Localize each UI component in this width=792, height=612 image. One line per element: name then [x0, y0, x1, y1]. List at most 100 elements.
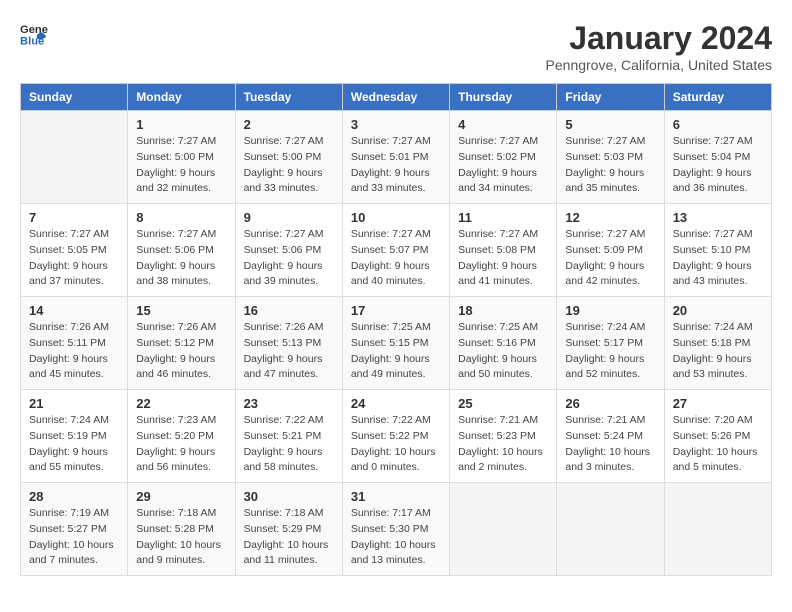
day-number: 13	[673, 210, 763, 225]
day-number: 4	[458, 117, 548, 132]
calendar-cell: 27 Sunrise: 7:20 AM Sunset: 5:26 PM Dayli…	[664, 390, 771, 483]
day-info: Sunrise: 7:20 AM Sunset: 5:26 PM Dayligh…	[673, 413, 763, 476]
calendar-cell	[21, 111, 128, 204]
calendar-week-row: 28 Sunrise: 7:19 AM Sunset: 5:27 PM Dayli…	[21, 483, 772, 576]
day-number: 10	[351, 210, 441, 225]
calendar-week-row: 14 Sunrise: 7:26 AM Sunset: 5:11 PM Dayli…	[21, 297, 772, 390]
header-sunday: Sunday	[21, 84, 128, 111]
header-thursday: Thursday	[450, 84, 557, 111]
day-number: 19	[565, 303, 655, 318]
day-number: 17	[351, 303, 441, 318]
day-info: Sunrise: 7:25 AM Sunset: 5:15 PM Dayligh…	[351, 320, 441, 383]
calendar-cell: 20Sunrise: 7:24 AM Sunset: 5:18 PM Dayli…	[664, 297, 771, 390]
calendar-cell	[664, 483, 771, 576]
logo-icon: General Blue	[20, 20, 48, 48]
day-info: Sunrise: 7:19 AM Sunset: 5:27 PM Dayligh…	[29, 506, 119, 569]
calendar-cell: 16 Sunrise: 7:26 AM Sunset: 5:13 PM Dayli…	[235, 297, 342, 390]
calendar-cell: 3 Sunrise: 7:27 AM Sunset: 5:01 PM Daylig…	[342, 111, 449, 204]
day-number: 5	[565, 117, 655, 132]
page-title: January 2024	[546, 20, 772, 57]
day-number: 8	[136, 210, 226, 225]
day-info: Sunrise: 7:27 AM Sunset: 5:05 PM Dayligh…	[29, 227, 119, 290]
day-number: 27	[673, 396, 763, 411]
day-info: Sunrise: 7:27 AM Sunset: 5:00 PM Dayligh…	[244, 134, 334, 197]
day-number: 2	[244, 117, 334, 132]
day-number: 31	[351, 489, 441, 504]
calendar-cell: 17 Sunrise: 7:25 AM Sunset: 5:15 PM Dayli…	[342, 297, 449, 390]
calendar-cell: 13Sunrise: 7:27 AM Sunset: 5:10 PM Dayli…	[664, 204, 771, 297]
day-number: 9	[244, 210, 334, 225]
day-info: Sunrise: 7:27 AM Sunset: 5:01 PM Dayligh…	[351, 134, 441, 197]
day-number: 26	[565, 396, 655, 411]
calendar-cell: 12 Sunrise: 7:27 AM Sunset: 5:09 PM Dayli…	[557, 204, 664, 297]
day-number: 28	[29, 489, 119, 504]
day-info: Sunrise: 7:21 AM Sunset: 5:23 PM Dayligh…	[458, 413, 548, 476]
calendar-cell: 7 Sunrise: 7:27 AM Sunset: 5:05 PM Daylig…	[21, 204, 128, 297]
header-friday: Friday	[557, 84, 664, 111]
day-info: Sunrise: 7:26 AM Sunset: 5:12 PM Dayligh…	[136, 320, 226, 383]
day-number: 11	[458, 210, 548, 225]
day-info: Sunrise: 7:27 AM Sunset: 5:08 PM Dayligh…	[458, 227, 548, 290]
day-number: 29	[136, 489, 226, 504]
day-info: Sunrise: 7:22 AM Sunset: 5:21 PM Dayligh…	[244, 413, 334, 476]
day-info: Sunrise: 7:26 AM Sunset: 5:13 PM Dayligh…	[244, 320, 334, 383]
day-info: Sunrise: 7:26 AM Sunset: 5:11 PM Dayligh…	[29, 320, 119, 383]
page-subtitle: Penngrove, California, United States	[546, 57, 772, 73]
day-number: 3	[351, 117, 441, 132]
calendar-week-row: 21 Sunrise: 7:24 AM Sunset: 5:19 PM Dayli…	[21, 390, 772, 483]
calendar-cell: 29 Sunrise: 7:18 AM Sunset: 5:28 PM Dayli…	[128, 483, 235, 576]
day-number: 25	[458, 396, 548, 411]
day-number: 16	[244, 303, 334, 318]
day-number: 7	[29, 210, 119, 225]
calendar-cell: 10 Sunrise: 7:27 AM Sunset: 5:07 PM Dayli…	[342, 204, 449, 297]
calendar-cell: 19 Sunrise: 7:24 AM Sunset: 5:17 PM Dayli…	[557, 297, 664, 390]
day-info: Sunrise: 7:18 AM Sunset: 5:28 PM Dayligh…	[136, 506, 226, 569]
calendar-cell: 4Sunrise: 7:27 AM Sunset: 5:02 PM Daylig…	[450, 111, 557, 204]
logo: General Blue	[20, 20, 48, 48]
day-info: Sunrise: 7:23 AM Sunset: 5:20 PM Dayligh…	[136, 413, 226, 476]
calendar-cell: 2 Sunrise: 7:27 AM Sunset: 5:00 PM Daylig…	[235, 111, 342, 204]
day-number: 21	[29, 396, 119, 411]
calendar-cell: 14 Sunrise: 7:26 AM Sunset: 5:11 PM Dayli…	[21, 297, 128, 390]
calendar-table: Sunday Monday Tuesday Wednesday Thursday…	[20, 83, 772, 576]
day-info: Sunrise: 7:27 AM Sunset: 5:09 PM Dayligh…	[565, 227, 655, 290]
day-info: Sunrise: 7:25 AM Sunset: 5:16 PM Dayligh…	[458, 320, 548, 383]
day-number: 14	[29, 303, 119, 318]
day-info: Sunrise: 7:24 AM Sunset: 5:19 PM Dayligh…	[29, 413, 119, 476]
day-info: Sunrise: 7:24 AM Sunset: 5:18 PM Dayligh…	[673, 320, 763, 383]
calendar-cell: 22 Sunrise: 7:23 AM Sunset: 5:20 PM Dayli…	[128, 390, 235, 483]
calendar-cell: 9Sunrise: 7:27 AM Sunset: 5:06 PM Daylig…	[235, 204, 342, 297]
svg-text:Blue: Blue	[20, 35, 44, 47]
day-number: 15	[136, 303, 226, 318]
day-number: 22	[136, 396, 226, 411]
calendar-cell: 30Sunrise: 7:18 AM Sunset: 5:29 PM Dayli…	[235, 483, 342, 576]
day-number: 12	[565, 210, 655, 225]
calendar-cell: 18 Sunrise: 7:25 AM Sunset: 5:16 PM Dayli…	[450, 297, 557, 390]
day-info: Sunrise: 7:18 AM Sunset: 5:29 PM Dayligh…	[244, 506, 334, 569]
day-info: Sunrise: 7:27 AM Sunset: 5:07 PM Dayligh…	[351, 227, 441, 290]
day-number: 18	[458, 303, 548, 318]
day-info: Sunrise: 7:27 AM Sunset: 5:04 PM Dayligh…	[673, 134, 763, 197]
day-info: Sunrise: 7:17 AM Sunset: 5:30 PM Dayligh…	[351, 506, 441, 569]
header-monday: Monday	[128, 84, 235, 111]
calendar-cell	[450, 483, 557, 576]
calendar-cell: 15 Sunrise: 7:26 AM Sunset: 5:12 PM Dayli…	[128, 297, 235, 390]
calendar-week-row: 7 Sunrise: 7:27 AM Sunset: 5:05 PM Daylig…	[21, 204, 772, 297]
day-info: Sunrise: 7:27 AM Sunset: 5:00 PM Dayligh…	[136, 134, 226, 197]
day-info: Sunrise: 7:27 AM Sunset: 5:03 PM Dayligh…	[565, 134, 655, 197]
weekday-header-row: Sunday Monday Tuesday Wednesday Thursday…	[21, 84, 772, 111]
calendar-cell: 26Sunrise: 7:21 AM Sunset: 5:24 PM Dayli…	[557, 390, 664, 483]
calendar-cell: 6Sunrise: 7:27 AM Sunset: 5:04 PM Daylig…	[664, 111, 771, 204]
calendar-cell: 8 Sunrise: 7:27 AM Sunset: 5:06 PM Daylig…	[128, 204, 235, 297]
calendar-cell: 1 Sunrise: 7:27 AM Sunset: 5:00 PM Daylig…	[128, 111, 235, 204]
header-saturday: Saturday	[664, 84, 771, 111]
day-number: 24	[351, 396, 441, 411]
day-number: 1	[136, 117, 226, 132]
header-tuesday: Tuesday	[235, 84, 342, 111]
page-header: General Blue January 2024 Penngrove, Cal…	[20, 20, 772, 73]
header-wednesday: Wednesday	[342, 84, 449, 111]
calendar-header: Sunday Monday Tuesday Wednesday Thursday…	[21, 84, 772, 111]
day-info: Sunrise: 7:24 AM Sunset: 5:17 PM Dayligh…	[565, 320, 655, 383]
calendar-cell: 11 Sunrise: 7:27 AM Sunset: 5:08 PM Dayli…	[450, 204, 557, 297]
day-info: Sunrise: 7:27 AM Sunset: 5:06 PM Dayligh…	[136, 227, 226, 290]
